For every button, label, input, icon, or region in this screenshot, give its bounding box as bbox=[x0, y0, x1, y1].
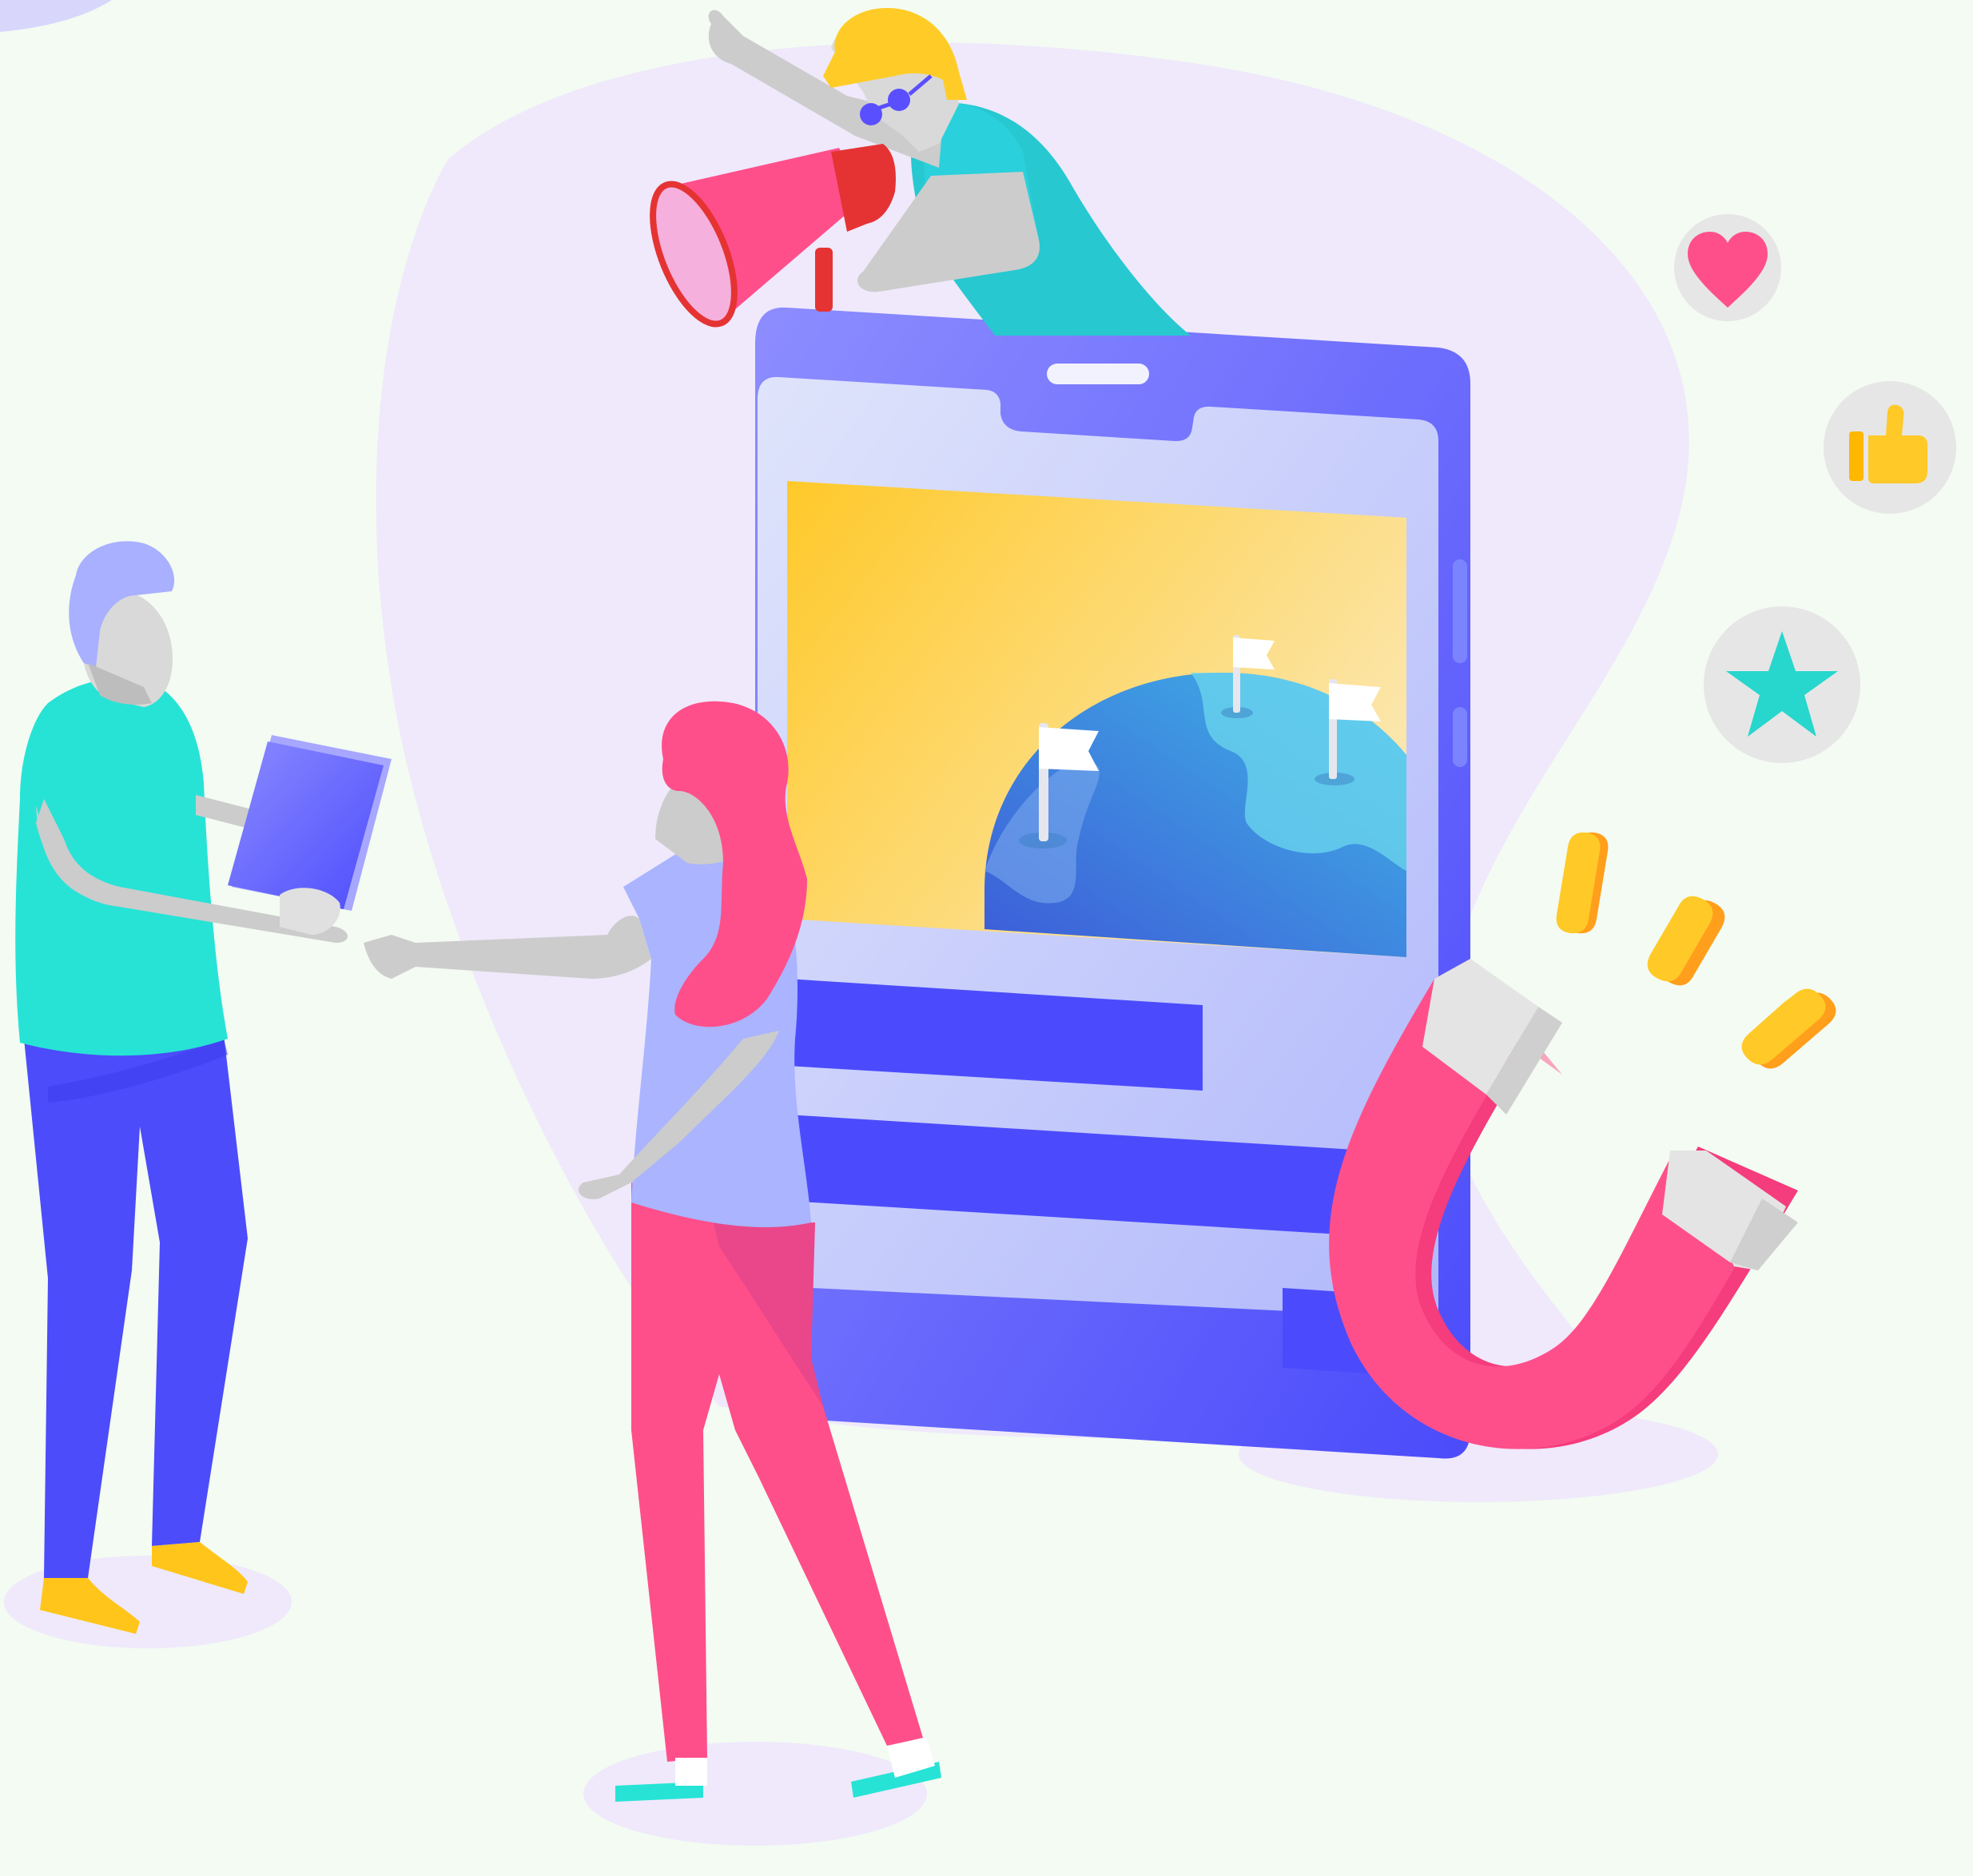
screen-hero-image bbox=[787, 481, 1406, 957]
phone-speaker bbox=[1047, 364, 1149, 384]
book-icon bbox=[228, 735, 392, 911]
coin-icon bbox=[1647, 896, 1725, 986]
person-with-book bbox=[15, 541, 392, 1634]
phone-side-button bbox=[1453, 559, 1467, 663]
heart-reaction-badge bbox=[1674, 214, 1781, 321]
like-reaction-badge bbox=[1824, 381, 1956, 514]
phone-side-button bbox=[1453, 707, 1467, 767]
coin-icon bbox=[1556, 832, 1609, 934]
illustration-scene bbox=[0, 0, 1973, 1876]
coin-icon bbox=[1741, 988, 1836, 1069]
star-reaction-badge bbox=[1704, 606, 1860, 763]
